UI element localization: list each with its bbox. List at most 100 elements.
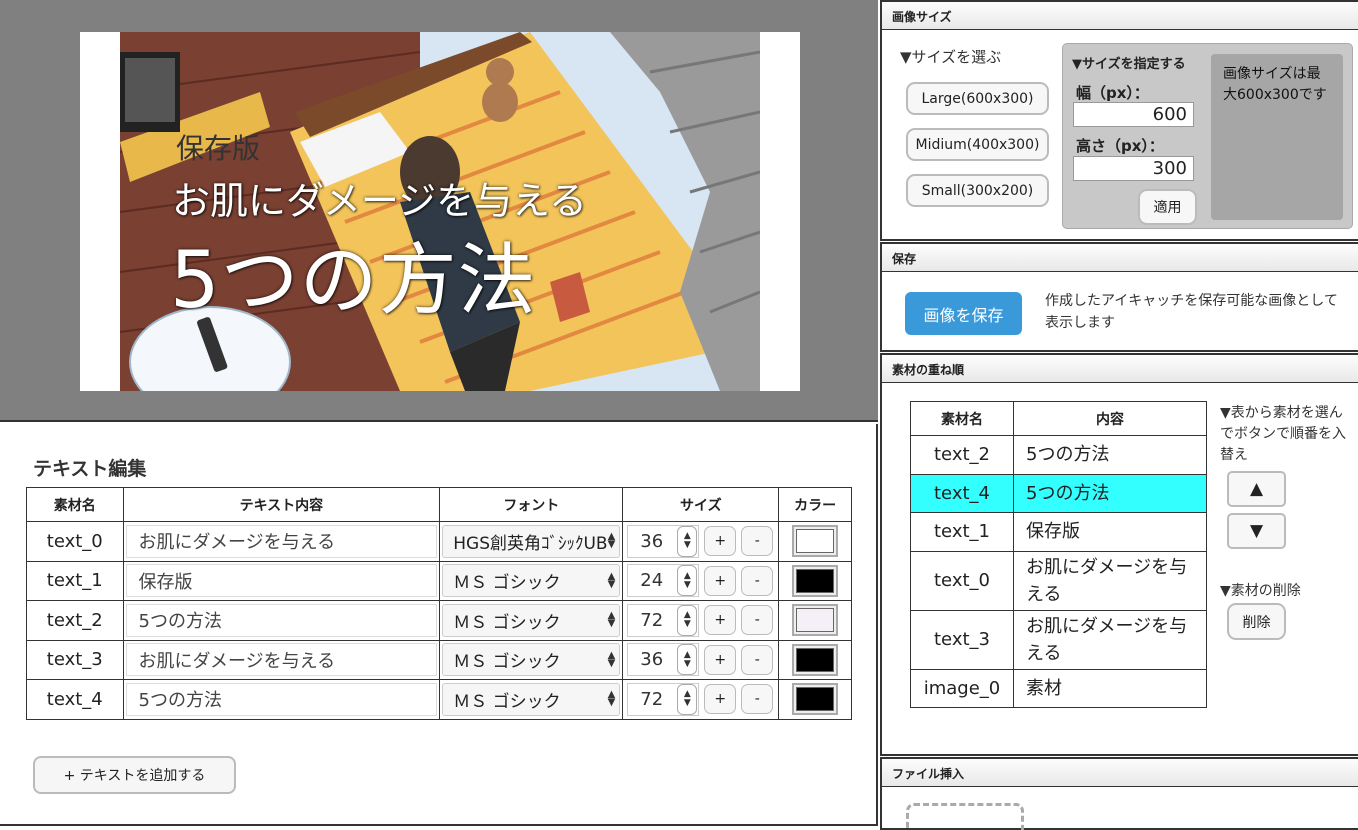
text-content-input[interactable]: 保存版 bbox=[125, 564, 438, 598]
color-picker[interactable] bbox=[792, 564, 839, 597]
layer-content: お肌にダメージを与える bbox=[1013, 550, 1207, 611]
size-increase-button[interactable]: + bbox=[704, 644, 737, 675]
size-value: 36 bbox=[640, 649, 664, 671]
font-select[interactable]: HGS創英角ｺﾞｼｯｸUB ▲ ▼ bbox=[442, 524, 621, 558]
spinner-icon[interactable]: ▲ ▼ bbox=[677, 525, 698, 557]
size-increase-button[interactable]: + bbox=[704, 605, 737, 636]
text-row-name: text_1 bbox=[26, 560, 124, 601]
file-drop-zone[interactable] bbox=[906, 803, 1024, 830]
order-col-name: 素材名 bbox=[910, 401, 1014, 436]
color-picker[interactable] bbox=[792, 525, 839, 558]
spinner-icon[interactable]: ▲ ▼ bbox=[677, 604, 698, 636]
save-description: 作成したアイキャッチを保存可能な画像として表示します bbox=[1045, 293, 1338, 331]
width-input[interactable]: 600 bbox=[1073, 102, 1194, 127]
size-small-button[interactable]: Small(300x200) bbox=[906, 174, 1049, 207]
select-arrows-icon: ▲ ▼ bbox=[607, 649, 616, 669]
order-instructions: ▼表から素材を選んでボタンで順番を入替え bbox=[1220, 405, 1346, 463]
font-select[interactable]: ＭＳ ゴシック ▲ ▼ bbox=[442, 564, 621, 598]
layer-name: text_0 bbox=[910, 550, 1014, 611]
save-panel: 保存 画像を保存 作成したアイキャッチを保存可能な画像として表示します bbox=[880, 242, 1358, 352]
size-decrease-button[interactable]: - bbox=[741, 684, 774, 715]
layer-row[interactable]: image_0 素材 bbox=[910, 668, 1207, 708]
layer-row[interactable]: text_2 5つの方法 bbox=[910, 435, 1207, 475]
size-value: 36 bbox=[640, 530, 664, 552]
font-select-value: ＭＳ ゴシック bbox=[453, 691, 561, 712]
text-content-input[interactable]: 5つの方法 bbox=[125, 682, 438, 716]
save-image-button[interactable]: 画像を保存 bbox=[905, 292, 1022, 335]
move-up-button[interactable]: ▲ bbox=[1227, 471, 1286, 507]
layer-name: text_2 bbox=[910, 435, 1014, 475]
color-picker[interactable] bbox=[792, 683, 839, 716]
layer-row[interactable]: text_1 保存版 bbox=[910, 512, 1207, 552]
delete-label: ▼素材の削除 bbox=[1220, 583, 1301, 599]
color-swatch bbox=[796, 647, 835, 672]
color-picker[interactable] bbox=[792, 604, 839, 637]
size-value: 72 bbox=[640, 688, 664, 710]
size-input[interactable]: 24 ▲ ▼ bbox=[627, 564, 700, 598]
image-size-panel: 画像サイズ ▼サイズを選ぶ Large(600x300) Midium(400x… bbox=[880, 0, 1358, 241]
layer-content: 5つの方法 bbox=[1013, 435, 1207, 475]
text-row: text_0 お肌にダメージを与える HGS創英角ｺﾞｼｯｸUB ▲ ▼ 36 ▲ ▼ + - bbox=[26, 521, 852, 562]
font-select[interactable]: ＭＳ ゴシック ▲ ▼ bbox=[442, 643, 621, 677]
choose-size-label: ▼サイズを選ぶ bbox=[900, 48, 1002, 66]
col-header-size: サイズ bbox=[622, 487, 780, 522]
canvas-text-subtitle[interactable]: お肌にダメージを与える bbox=[172, 170, 587, 225]
color-swatch bbox=[796, 529, 835, 554]
size-input[interactable]: 72 ▲ ▼ bbox=[627, 682, 700, 716]
size-value: 24 bbox=[640, 570, 664, 592]
size-decrease-button[interactable]: - bbox=[741, 644, 774, 675]
font-select[interactable]: ＭＳ ゴシック ▲ ▼ bbox=[442, 682, 621, 716]
canvas-text-hozonban[interactable]: 保存版 bbox=[176, 127, 260, 167]
layer-row[interactable]: text_3 お肌にダメージを与える bbox=[910, 609, 1207, 670]
text-content-input[interactable]: 5つの方法 bbox=[125, 603, 438, 637]
text-row: text_1 保存版 ＭＳ ゴシック ▲ ▼ 24 ▲ ▼ + - bbox=[26, 560, 852, 601]
size-increase-button[interactable]: + bbox=[704, 684, 737, 715]
size-input[interactable]: 36 ▲ ▼ bbox=[627, 524, 700, 558]
layer-row[interactable]: text_0 お肌にダメージを与える bbox=[910, 550, 1207, 611]
text-row-name: text_0 bbox=[26, 521, 124, 562]
select-arrows-icon: ▲ ▼ bbox=[607, 610, 616, 630]
select-arrows-icon: ▲ ▼ bbox=[607, 689, 616, 709]
col-header-content: テキスト内容 bbox=[122, 487, 441, 522]
apply-size-button[interactable]: 適用 bbox=[1138, 189, 1197, 225]
color-swatch bbox=[796, 687, 835, 712]
spinner-icon[interactable]: ▲ ▼ bbox=[677, 644, 698, 676]
canvas-text-title[interactable]: 5つの方法 bbox=[170, 218, 537, 330]
text-edit-table: 素材名 テキスト内容 フォント サイズ カラー text_0 お肌にダメージを与え… bbox=[26, 487, 852, 720]
size-decrease-button[interactable]: - bbox=[741, 565, 774, 596]
size-medium-button[interactable]: Midium(400x300) bbox=[906, 128, 1049, 161]
color-swatch bbox=[796, 608, 835, 633]
spinner-icon[interactable]: ▲ ▼ bbox=[677, 565, 698, 597]
text-content-input[interactable]: お肌にダメージを与える bbox=[125, 524, 438, 558]
select-arrows-icon: ▲ ▼ bbox=[607, 570, 616, 590]
layer-order-panel: 素材の重ね順 素材名 内容 text_2 5つの方法 text_4 5つの方法 text… bbox=[880, 353, 1358, 756]
image-size-header: 画像サイズ bbox=[882, 2, 1358, 30]
size-decrease-button[interactable]: - bbox=[741, 605, 774, 636]
size-value: 72 bbox=[640, 609, 664, 631]
custom-size-box: ▼サイズを指定する 幅（px）： 600 高さ（px）： 300 適用 画像サイ… bbox=[1062, 43, 1353, 229]
font-select[interactable]: ＭＳ ゴシック ▲ ▼ bbox=[442, 603, 621, 637]
col-header-font: フォント bbox=[439, 487, 624, 522]
col-header-name: 素材名 bbox=[26, 487, 124, 522]
height-input[interactable]: 300 bbox=[1073, 156, 1194, 181]
color-swatch bbox=[796, 568, 835, 593]
text-row: text_3 お肌にダメージを与える ＭＳ ゴシック ▲ ▼ 36 ▲ ▼ + - bbox=[26, 639, 852, 680]
add-text-button[interactable]: + テキストを追加する bbox=[33, 756, 236, 794]
width-label: 幅（px）： bbox=[1076, 84, 1149, 102]
delete-button[interactable]: 削除 bbox=[1227, 603, 1286, 640]
text-content-input[interactable]: お肌にダメージを与える bbox=[125, 643, 438, 677]
size-decrease-button[interactable]: - bbox=[741, 526, 774, 557]
size-large-button[interactable]: Large(600x300) bbox=[906, 82, 1049, 115]
size-input[interactable]: 72 ▲ ▼ bbox=[627, 603, 700, 637]
size-increase-button[interactable]: + bbox=[704, 565, 737, 596]
color-picker[interactable] bbox=[792, 643, 839, 676]
file-insert-header: ファイル挿入 bbox=[882, 759, 1358, 787]
layer-name: text_3 bbox=[910, 609, 1014, 670]
spinner-icon[interactable]: ▲ ▼ bbox=[677, 683, 698, 715]
font-select-value: HGS創英角ｺﾞｼｯｸUB bbox=[453, 533, 608, 554]
layer-row[interactable]: text_4 5つの方法 bbox=[910, 473, 1207, 513]
move-down-button[interactable]: ▼ bbox=[1227, 513, 1286, 549]
size-input[interactable]: 36 ▲ ▼ bbox=[627, 643, 700, 677]
size-increase-button[interactable]: + bbox=[704, 526, 737, 557]
text-row-name: text_4 bbox=[26, 679, 124, 720]
